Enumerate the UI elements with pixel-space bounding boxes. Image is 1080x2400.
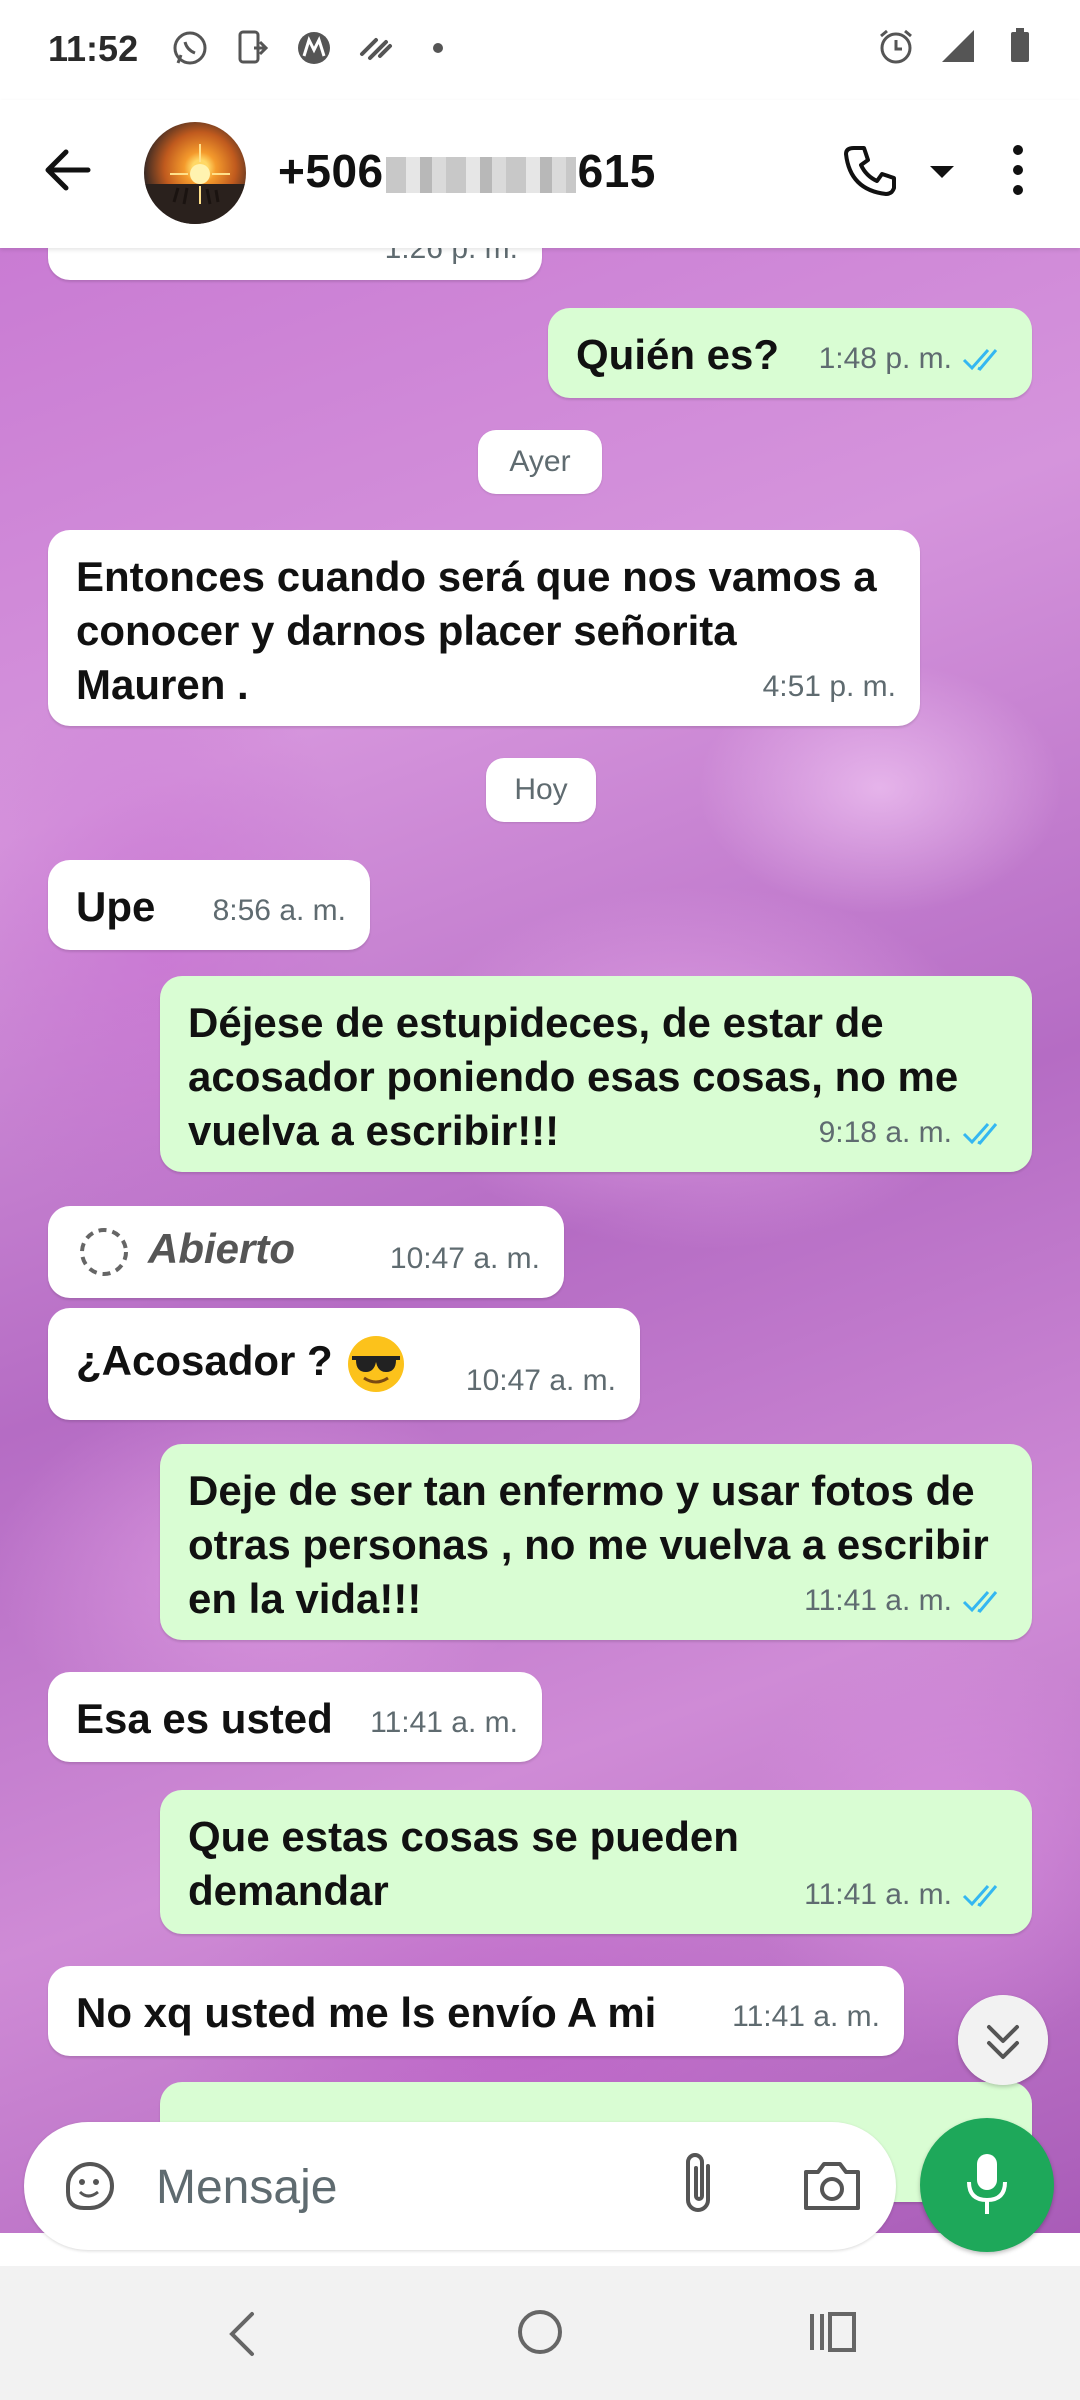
double-check-icon: [962, 1591, 998, 1613]
message-time: 11:41 a. m.: [804, 1584, 952, 1617]
status-icons-left: [170, 28, 458, 68]
message-meta: 11:41 a. m.: [370, 1696, 518, 1750]
alarm-icon: [880, 29, 912, 64]
message-meta: 1:48 p. m.: [819, 332, 1008, 386]
motorola-icon: [298, 32, 330, 64]
contact-number-suffix: 615: [577, 145, 656, 197]
mic-button[interactable]: [920, 2118, 1054, 2252]
message-text: No xq usted me ls envío A mi: [76, 1989, 657, 2036]
message-time: 1:48 p. m.: [818, 342, 952, 375]
double-check-icon: [962, 1885, 998, 1907]
date-label: Ayer: [509, 445, 571, 478]
message-time: 8:56 a. m.: [212, 894, 346, 927]
message-time: 11:41 a. m.: [732, 2000, 880, 2033]
sunglasses-emoji: [348, 1336, 405, 1392]
message-meta: 10:47 a. m.: [390, 1232, 540, 1286]
phone-icon[interactable]: [840, 142, 900, 202]
message-text: Entonces cuando será que nos vamos a con…: [76, 553, 877, 708]
message-meta: 1:26 p. m.: [385, 248, 518, 276]
message-outgoing[interactable]: Deje de ser tan enfermo y usar fotos de …: [160, 1444, 1032, 1640]
double-check-icon: [962, 1123, 998, 1145]
signal-icon: [942, 30, 974, 62]
message-incoming[interactable]: Entonces cuando será que nos vamos a con…: [48, 530, 920, 726]
message-meta: 8:56 a. m.: [213, 884, 346, 938]
message-meta: 11:41 a. m.: [732, 1990, 880, 2044]
contact-name[interactable]: +506 615: [278, 144, 656, 198]
message-meta: 11:41 a. m.: [804, 1868, 1008, 1922]
chat-area[interactable]: 1:26 p. m. Quién es? 1:48 p. m. Ayer Ent…: [0, 248, 1080, 2233]
nav-recents-icon[interactable]: [808, 2308, 860, 2356]
message-outgoing[interactable]: Quién es? 1:48 p. m.: [548, 308, 1032, 398]
message-incoming[interactable]: Esa es usted 11:41 a. m.: [48, 1672, 542, 1762]
caret-down-icon[interactable]: [928, 162, 956, 182]
message-time: 11:41 a. m.: [370, 1706, 518, 1739]
system-nav-bar: [0, 2266, 1080, 2400]
sticker-icon[interactable]: [58, 2154, 122, 2218]
mic-icon: [967, 2154, 1007, 2214]
message-outgoing[interactable]: Que estas cosas se pueden demandar 11:41…: [160, 1790, 1032, 1934]
message-view-once[interactable]: Abierto 10:47 a. m.: [48, 1206, 564, 1298]
message-time: 4:51 p. m.: [762, 670, 896, 703]
status-bar: 11:52: [0, 0, 1080, 100]
message-text: Upe: [76, 883, 156, 930]
message-time: 10:47 a. m.: [389, 1242, 540, 1275]
nav-home-icon[interactable]: [514, 2306, 566, 2358]
message-incoming[interactable]: Upe 8:56 a. m.: [48, 860, 370, 950]
message-composer: [24, 2122, 896, 2250]
date-separator: Hoy: [486, 758, 596, 822]
back-arrow-icon[interactable]: [40, 142, 96, 198]
phone-transfer-icon: [238, 30, 269, 64]
message-outgoing[interactable]: Déjese de estupideces, de estar de acosa…: [160, 976, 1032, 1172]
date-separator: Ayer: [478, 430, 602, 494]
scroll-down-button[interactable]: [958, 1995, 1048, 2085]
chat-header: +506 615: [0, 100, 1080, 248]
paperclip-icon[interactable]: [672, 2152, 728, 2220]
swirl-icon: [360, 38, 392, 60]
message-text: Esa es usted: [76, 1695, 333, 1742]
message-text: Quién es?: [576, 331, 780, 378]
message-text: Que estas cosas se pueden demandar: [188, 1813, 739, 1914]
message-incoming[interactable]: No xq usted me ls envío A mi 11:41 a. m.: [48, 1966, 904, 2056]
message-meta: 10:47 a. m.: [466, 1354, 616, 1408]
message-time: 11:41 a. m.: [804, 1878, 952, 1911]
more-vert-icon[interactable]: [1000, 140, 1036, 200]
message-text: ¿Acosador ?: [76, 1337, 333, 1385]
nav-back-icon[interactable]: [222, 2310, 262, 2358]
camera-icon[interactable]: [800, 2156, 864, 2216]
message-time: 9:18 a. m.: [818, 1116, 952, 1149]
message-time: 10:47 a. m.: [465, 1364, 616, 1397]
avatar[interactable]: [144, 122, 246, 224]
message-time: 1:26 p. m.: [384, 248, 518, 265]
message-input[interactable]: [154, 2152, 658, 2222]
message-text: Abierto: [148, 1225, 295, 1272]
status-time: 11:52: [48, 28, 139, 69]
message-incoming[interactable]: ¿Acosador ? 10:47 a. m.: [48, 1308, 640, 1420]
message-meta: 11:41 a. m.: [804, 1574, 1008, 1628]
double-check-icon: [962, 349, 998, 371]
message-meta: 4:51 p. m.: [763, 660, 896, 714]
battery-icon: [1011, 28, 1029, 62]
redacted-number: [385, 156, 576, 193]
date-label: Hoy: [514, 773, 568, 806]
message-meta: 9:18 a. m.: [819, 1106, 1008, 1160]
dot-icon: [433, 43, 443, 53]
status-icons-right: [876, 26, 1040, 66]
whatsapp-icon: [173, 31, 207, 65]
contact-number-prefix: +506: [278, 145, 384, 197]
sunset-photo: [144, 144, 246, 224]
view-once-icon: [80, 1227, 128, 1276]
message-incoming[interactable]: 1:26 p. m.: [48, 248, 542, 280]
